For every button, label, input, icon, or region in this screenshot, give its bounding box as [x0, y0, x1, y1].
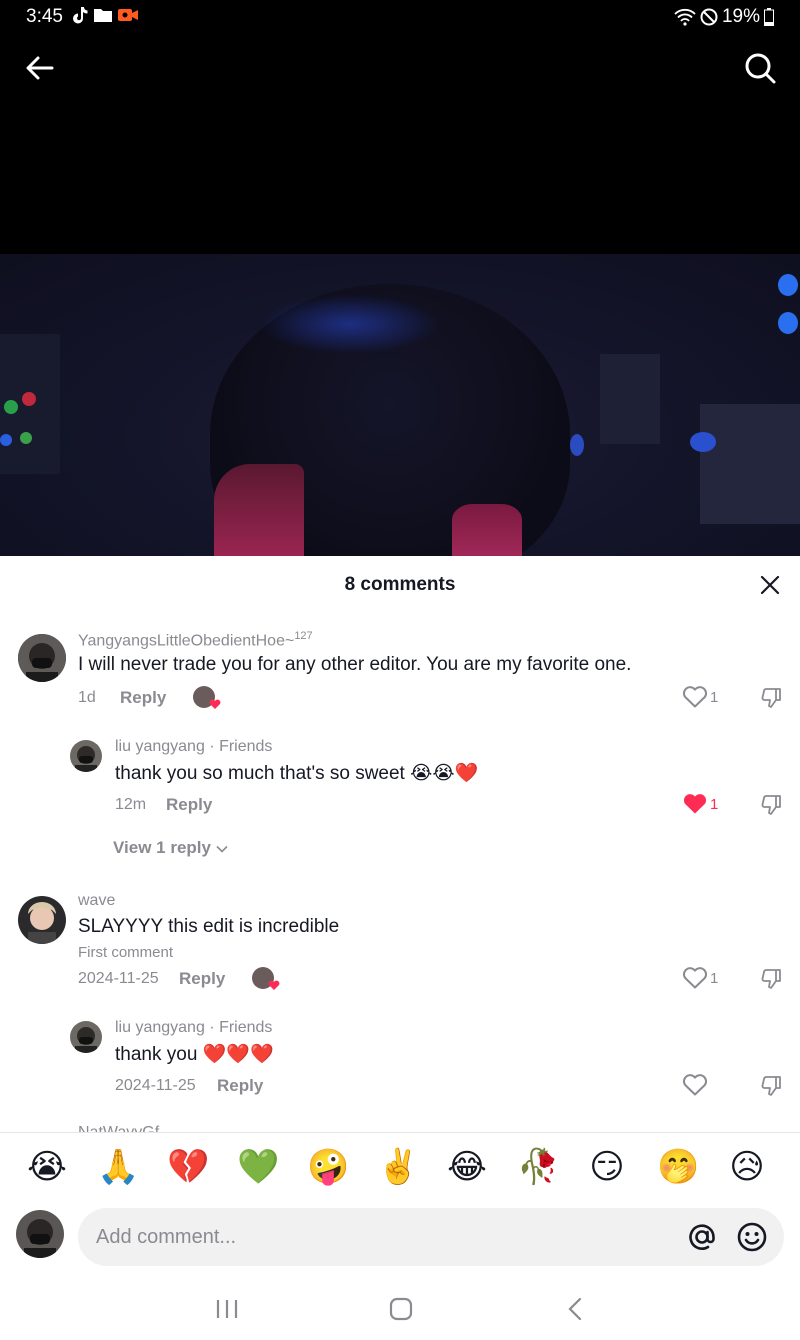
- reply-time: 2024-11-25: [115, 1077, 196, 1094]
- emoji-button[interactable]: 😏: [587, 1147, 627, 1187]
- heart-outline-icon: [682, 1074, 708, 1096]
- comment-input[interactable]: [96, 1208, 656, 1266]
- arrow-left-icon: [26, 56, 54, 80]
- comments-sheet: 8 comments YangyangsLittleObedientHoe~12…: [0, 556, 800, 1340]
- battery-level: 19%: [721, 6, 760, 27]
- reply-button[interactable]: Reply: [166, 795, 212, 815]
- dislike-button[interactable]: [760, 967, 784, 991]
- heart-icon: [268, 980, 280, 990]
- avatar[interactable]: [18, 896, 66, 944]
- home-icon: [389, 1297, 413, 1321]
- heart-outline-icon: [682, 686, 708, 708]
- comment-input-row: [0, 1202, 800, 1276]
- recents-icon: [216, 1300, 238, 1318]
- dislike-button[interactable]: [760, 1074, 784, 1098]
- like-button[interactable]: [682, 1073, 708, 1097]
- screen-record-icon: [118, 8, 138, 22]
- view-replies-label: View 1 reply: [113, 838, 211, 857]
- tiktok-icon: [72, 6, 88, 24]
- like-button-active[interactable]: [682, 792, 708, 816]
- close-button[interactable]: [758, 573, 782, 597]
- like-count: 1: [710, 689, 719, 706]
- thumbs-down-icon: [761, 1076, 781, 1096]
- my-avatar: [16, 1210, 64, 1258]
- back-button[interactable]: [22, 50, 58, 86]
- dislike-button[interactable]: [760, 793, 784, 817]
- search-icon: [745, 53, 776, 84]
- comment-text: SLAYYYY this edit is incredible: [78, 916, 340, 937]
- top-nav: [0, 40, 800, 92]
- reply-button[interactable]: Reply: [217, 1076, 263, 1096]
- chevron-down-icon: [216, 845, 228, 853]
- emoji-button[interactable]: 🥀: [517, 1147, 559, 1187]
- emoji-button[interactable]: 🤭: [657, 1147, 699, 1187]
- folder-icon: [94, 8, 112, 22]
- like-button[interactable]: [682, 685, 708, 709]
- status-time: 3:45: [26, 6, 63, 27]
- avatar[interactable]: [18, 634, 66, 682]
- mention-button[interactable]: [686, 1221, 718, 1253]
- comment-time: 1d: [78, 689, 96, 706]
- like-count: 1: [710, 796, 719, 813]
- emoji-button[interactable]: 😂: [447, 1147, 487, 1187]
- heart-outline-icon: [682, 967, 708, 989]
- username-sup: 127: [294, 630, 313, 642]
- comment-username[interactable]: wave: [78, 892, 115, 910]
- creator-liked-avatar: [193, 686, 221, 709]
- reply-text: thank you so much that's so sweet 😭😭❤️: [115, 763, 479, 784]
- view-replies-button[interactable]: View 1 reply: [113, 838, 228, 858]
- at-icon: [689, 1224, 715, 1250]
- reply-username[interactable]: liu yangyang · Friends: [115, 738, 272, 756]
- thumbs-down-icon: [761, 688, 781, 708]
- heart-filled-icon: [683, 794, 707, 814]
- do-not-disturb-icon: [700, 8, 718, 26]
- dislike-button[interactable]: [760, 686, 784, 710]
- like-count: 1: [710, 970, 719, 987]
- emoji-button[interactable]: 🤪: [307, 1147, 349, 1187]
- comment-text: I will never trade you for any other edi…: [78, 654, 632, 675]
- emoji-button[interactable]: 😭: [27, 1147, 67, 1187]
- status-bar: 3:45 19%: [0, 0, 800, 34]
- chevron-left-icon: [568, 1297, 582, 1321]
- heart-icon: [209, 699, 221, 709]
- emoji-button[interactable]: ✌️: [377, 1147, 419, 1187]
- reply-button[interactable]: Reply: [120, 688, 166, 708]
- system-back-button[interactable]: [561, 1296, 591, 1322]
- comments-count-title: 8 comments: [344, 574, 456, 595]
- battery-icon: [764, 8, 774, 26]
- reply-text: thank you ❤️❤️❤️: [115, 1044, 274, 1065]
- reply-time: 12m: [115, 796, 147, 813]
- search-button[interactable]: [742, 50, 778, 86]
- first-comment-badge: First comment: [78, 944, 174, 961]
- thumbs-down-icon: [761, 795, 781, 815]
- comment-time: 2024-11-25: [78, 970, 159, 987]
- emoji-picker-button[interactable]: [736, 1221, 768, 1253]
- emoji-button[interactable]: 😥: [727, 1147, 767, 1187]
- reply-button[interactable]: Reply: [179, 969, 225, 989]
- system-nav-bar: [0, 1276, 800, 1340]
- avatar[interactable]: [70, 740, 102, 772]
- thumbs-down-icon: [761, 969, 781, 989]
- emoji-button[interactable]: 💔: [167, 1147, 209, 1187]
- comment-input-box: [78, 1208, 784, 1266]
- recent-apps-button[interactable]: [212, 1296, 242, 1322]
- avatar[interactable]: [70, 1021, 102, 1053]
- close-icon: [760, 575, 780, 595]
- wifi-icon: [674, 8, 696, 26]
- reply-username[interactable]: liu yangyang · Friends: [115, 1019, 272, 1037]
- emoji-button[interactable]: 🙏: [97, 1147, 139, 1187]
- smiley-icon: [737, 1222, 767, 1252]
- creator-liked-avatar: [252, 967, 280, 990]
- comment-username[interactable]: YangyangsLittleObedientHoe~: [78, 632, 294, 649]
- like-button[interactable]: [682, 966, 708, 990]
- video-preview[interactable]: [0, 254, 800, 556]
- quick-emoji-bar: 😭 🙏 💔 💚 🤪 ✌️ 😂 🥀 😏 🤭 😥: [0, 1132, 800, 1202]
- emoji-button[interactable]: 💚: [237, 1147, 279, 1187]
- home-button[interactable]: [386, 1296, 416, 1322]
